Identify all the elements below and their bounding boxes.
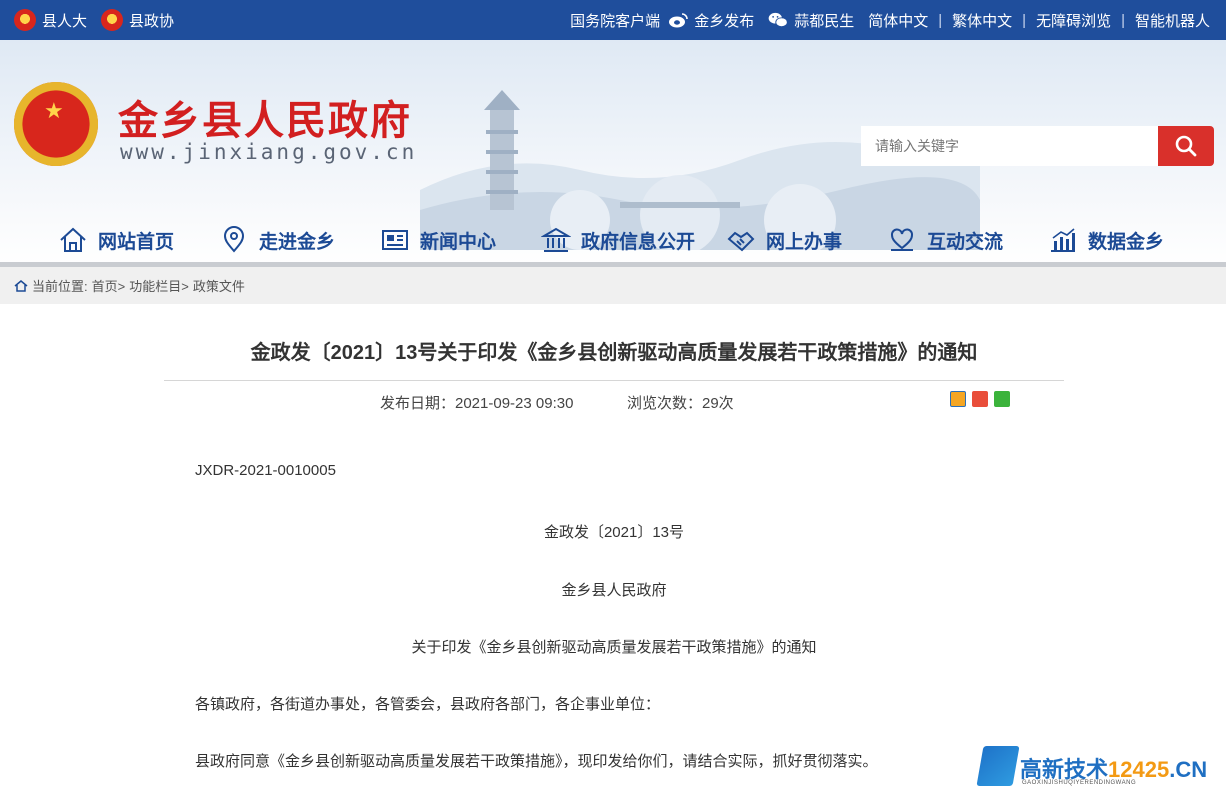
simplified-chinese-link[interactable]: 简体中文 <box>868 10 928 31</box>
nav-online-services[interactable]: 网上办事 <box>726 218 842 262</box>
nav-online-services-label: 网上办事 <box>766 231 843 253</box>
document-issuer: 金乡县人民政府 <box>561 582 667 599</box>
wechat-share-icon[interactable] <box>994 391 1010 407</box>
smart-robot-link[interactable]: 智能机器人 <box>1135 10 1210 31</box>
main-nav: 网站首页 走进金乡 新闻中心 政府信息公开 网上办事 互动交流 数据金乡 <box>0 218 1226 262</box>
title-divider <box>164 380 1064 381</box>
nav-news-label: 新闻中心 <box>420 231 497 253</box>
location-pin-icon <box>223 226 245 253</box>
nav-home-label: 网站首页 <box>98 231 175 253</box>
nav-about-label: 走进金乡 <box>259 231 336 253</box>
breadcrumb-section[interactable]: 功能栏目> <box>129 276 189 295</box>
county-congress-link[interactable]: 县人大 <box>14 9 87 31</box>
nav-gov-info[interactable]: 政府信息公开 <box>541 218 695 262</box>
suandu-wechat-label: 蒜都民生 <box>794 12 855 30</box>
watermark-number: 12425 <box>1108 757 1170 782</box>
county-cppcc-link[interactable]: 县政协 <box>101 9 174 31</box>
separator: | <box>938 11 943 29</box>
nav-about[interactable]: 走进金乡 <box>219 218 335 262</box>
watermark-a-icon <box>976 746 1020 786</box>
heart-hand-icon <box>891 228 913 251</box>
weibo-share-icon[interactable] <box>972 391 988 407</box>
home-small-icon <box>14 279 28 292</box>
nav-interaction[interactable]: 互动交流 <box>887 218 1003 262</box>
top-left-links: 县人大 县政协 <box>14 0 180 40</box>
nav-gov-info-label: 政府信息公开 <box>581 231 696 253</box>
watermark-pinyin: GAOXINJISHUQIYERENDINGWANG <box>1022 780 1137 786</box>
accessibility-link[interactable]: 无障碍浏览 <box>1036 10 1111 31</box>
suandu-wechat-link[interactable]: 蒜都民生 <box>768 10 854 31</box>
view-count: 浏览次数：29次 <box>627 395 734 412</box>
watermark-brand: 高新技术 <box>1020 757 1109 782</box>
breadcrumb: 当前位置: 首页> 功能栏目> 政策文件 <box>0 267 1226 304</box>
wechat-icon <box>768 12 788 28</box>
government-building-icon <box>541 227 571 252</box>
site-url: www.jinxiang.gov.cn <box>120 140 418 164</box>
search-button[interactable] <box>1158 126 1214 166</box>
top-bar: 县人大 县政协 国务院客户端 金乡发布 蒜都民生 简体中文 | 繁体中文 | 无… <box>0 0 1226 40</box>
newspaper-icon <box>382 230 408 250</box>
nav-data-label: 数据金乡 <box>1088 231 1165 253</box>
search-input[interactable] <box>861 126 1158 166</box>
document-paragraph: 县政府同意《金乡县创新驱动高质量发展若干政策措施》，现印发给你们，请结合实际，抓… <box>195 753 878 770</box>
handshake-icon <box>727 231 755 252</box>
watermark-domain: .CN <box>1169 757 1208 782</box>
breadcrumb-prefix: 当前位置: <box>32 279 88 294</box>
national-emblem-logo[interactable]: ★ <box>14 82 98 166</box>
top-right-links: 国务院客户端 金乡发布 蒜都民生 简体中文 | 繁体中文 | 无障碍浏览 | 智… <box>570 0 1210 40</box>
article-title: 金政发〔2021〕13号关于印发《金乡县创新驱动高质量发展若干政策措施》的通知 <box>250 342 978 364</box>
document-recipients: 各镇政府，各街道办事处，各管委会，县政府各部门，各企事业单位： <box>195 696 661 713</box>
county-cppcc-label: 县政协 <box>129 12 175 30</box>
watermark-logo: 高新技术12425.CN GAOXINJISHUQIYERENDINGWANG <box>976 742 1226 793</box>
breadcrumb-home[interactable]: 首页> <box>92 276 126 295</box>
state-council-app-link[interactable]: 国务院客户端 <box>570 10 660 31</box>
document-subject: 关于印发《金乡县创新驱动高质量发展若干政策措施》的通知 <box>411 639 817 656</box>
jinxiang-weibo-link[interactable]: 金乡发布 <box>668 10 754 31</box>
bar-chart-icon <box>1051 228 1075 252</box>
document-number: 金政发〔2021〕13号 <box>543 524 685 541</box>
search-icon <box>1175 135 1197 157</box>
cppcc-emblem-icon <box>101 9 124 31</box>
document-id: JXDR-2021-0010005 <box>195 462 336 479</box>
article-meta: 发布日期：2021-09-23 09:30 浏览次数：29次 <box>164 391 1064 412</box>
nav-news[interactable]: 新闻中心 <box>380 218 496 262</box>
publish-date: 发布日期：2021-09-23 09:30 <box>380 395 574 412</box>
share-buttons <box>950 391 1010 407</box>
traditional-chinese-link[interactable]: 繁体中文 <box>952 10 1012 31</box>
county-congress-label: 县人大 <box>42 12 88 30</box>
jinxiang-weibo-label: 金乡发布 <box>694 12 755 30</box>
nav-data[interactable]: 数据金乡 <box>1048 218 1164 262</box>
site-title[interactable]: 金乡县人民政府 <box>118 88 412 146</box>
nav-home[interactable]: 网站首页 <box>58 218 174 262</box>
weibo-icon <box>669 13 688 28</box>
home-icon <box>60 227 86 252</box>
national-emblem-icon <box>14 9 36 31</box>
separator: | <box>1121 11 1125 29</box>
breadcrumb-current[interactable]: 政策文件 <box>193 276 245 295</box>
nav-interaction-label: 互动交流 <box>927 231 1004 253</box>
qzone-share-icon[interactable] <box>950 391 966 407</box>
search-box <box>861 126 1214 166</box>
separator: | <box>1022 11 1027 29</box>
